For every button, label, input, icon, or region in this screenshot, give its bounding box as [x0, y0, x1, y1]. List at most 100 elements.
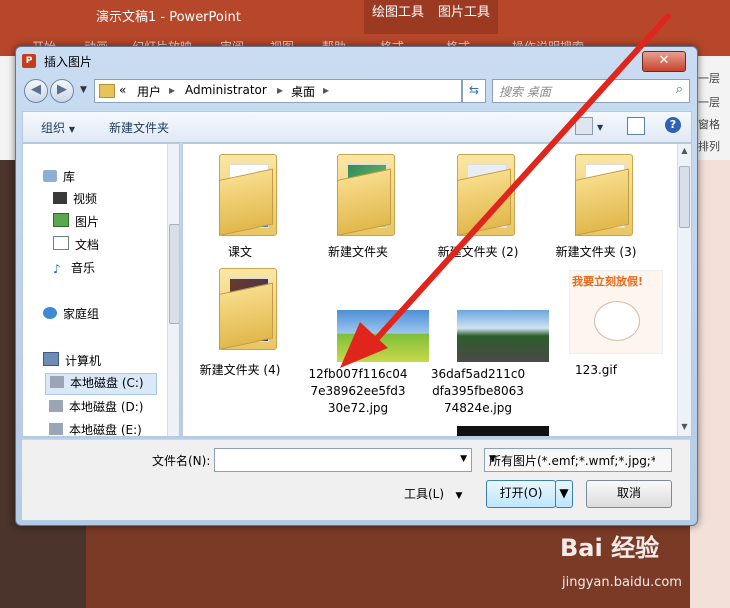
address-bar[interactable]: « 用户 ▸ Administrator ▸ 桌面 ▸: [94, 79, 462, 103]
chevron-right-icon[interactable]: ▸: [169, 83, 175, 97]
nav-drive-d[interactable]: 本地磁盘 (D:): [49, 398, 143, 418]
computer-icon: [43, 352, 59, 366]
search-icon[interactable]: ⌕: [676, 82, 683, 97]
search-input[interactable]: 搜索 桌面: [499, 83, 551, 100]
file-name: 课文: [227, 245, 252, 259]
file-list-scrollbar[interactable]: ▲ ▼: [677, 144, 691, 436]
baidu-watermark-url: jingyan.baidu.com: [562, 575, 682, 590]
file-name: 36daf5ad211c0: [430, 367, 526, 381]
nav-scroll-thumb[interactable]: [169, 224, 179, 324]
file-list: 课文 新建文件夹 新建文件夹 (2) 新建文件夹 (3) 新建文件夹 (4) 1…: [182, 143, 692, 437]
new-folder-button[interactable]: 新建文件夹: [109, 119, 169, 136]
file-item-folder[interactable]: 课文: [185, 150, 295, 260]
context-tab-drawing-tools[interactable]: 绘图工具: [364, 0, 433, 34]
recent-locations-dropdown[interactable]: ▼: [80, 85, 87, 95]
organize-button[interactable]: 组织 ▼: [41, 119, 75, 136]
chevron-right-icon[interactable]: ▸: [323, 83, 329, 97]
nav-computer-label: 计算机: [65, 354, 102, 368]
breadcrumb-administrator[interactable]: Administrator: [185, 83, 267, 97]
nav-drive-e[interactable]: 本地磁盘 (E:): [49, 421, 142, 437]
dialog-titlebar[interactable]: P 插入图片 ✕: [22, 51, 690, 73]
breadcrumb-overflow[interactable]: «: [119, 83, 126, 97]
refresh-icon[interactable]: ⇆: [462, 79, 486, 103]
file-name: 74824e.jpg: [444, 401, 512, 415]
context-tab-picture-tools[interactable]: 图片工具: [430, 0, 499, 34]
video-icon: [53, 192, 67, 204]
file-item-image[interactable]: 我要立刻放假! 123.gif: [541, 268, 663, 388]
filename-field[interactable]: ▼: [214, 448, 472, 472]
nav-computer[interactable]: 计算机: [43, 352, 101, 372]
nav-drive-c[interactable]: 本地磁盘 (C:): [45, 373, 157, 395]
view-dropdown-icon[interactable]: ▼: [597, 119, 603, 133]
file-item-image[interactable]: 36daf5ad211c0 dfa395fbe8063 74824e.jpg: [423, 268, 549, 418]
forward-button[interactable]: ▶: [50, 79, 74, 103]
open-button[interactable]: 打开(O): [486, 480, 556, 508]
preview-pane-icon[interactable]: [627, 117, 645, 135]
chevron-down-icon: ▼: [455, 491, 463, 501]
folder-icon: [99, 84, 115, 98]
nav-music-label: 音乐: [71, 261, 96, 275]
folder-icon: [575, 154, 633, 236]
image-thumbnail-partial: [457, 426, 549, 436]
music-icon: ♪: [53, 262, 61, 276]
nav-pictures-label: 图片: [75, 215, 100, 229]
navigation-pane: 库 视频 图片 文档 ♪ 音乐 家庭组 计算机 本地磁盘 (C:) 本地磁盘 (D…: [22, 143, 180, 437]
nav-music[interactable]: ♪ 音乐: [53, 259, 95, 279]
file-scroll-thumb[interactable]: [679, 166, 690, 228]
filetype-select[interactable]: 所有图片(*.emf;*.wmf;*.jpg;*.jp ▼: [484, 448, 672, 472]
scroll-up-icon[interactable]: ▲: [678, 146, 691, 155]
document-icon: [53, 236, 69, 250]
file-item-folder[interactable]: 新建文件夹 (2): [423, 150, 533, 260]
homegroup-icon: [43, 307, 57, 319]
navigation-row: ◀ ▶ ▼ « 用户 ▸ Administrator ▸ 桌面 ▸ ⇆ 搜索 桌…: [22, 77, 690, 105]
nav-drive-d-label: 本地磁盘 (D:): [69, 400, 144, 414]
insert-picture-dialog: P 插入图片 ✕ ◀ ▶ ▼ « 用户 ▸ Administrator ▸ 桌面…: [15, 46, 698, 526]
folder-icon: [337, 154, 395, 236]
search-box[interactable]: 搜索 桌面 ⌕: [492, 79, 690, 103]
nav-library[interactable]: 库: [43, 168, 75, 188]
tools-button[interactable]: 工具(L) ▼: [404, 485, 462, 502]
help-icon[interactable]: ?: [665, 117, 681, 133]
nav-drive-e-label: 本地磁盘 (E:): [69, 423, 142, 437]
drive-icon: [49, 423, 63, 435]
command-bar: 组织 ▼ 新建文件夹 ▼ ?: [22, 111, 692, 143]
view-icon[interactable]: [575, 117, 593, 135]
chevron-down-icon[interactable]: ▼: [460, 454, 467, 464]
file-name: dfa395fbe8063: [432, 384, 524, 398]
drive-icon: [50, 376, 64, 388]
close-button[interactable]: ✕: [642, 51, 686, 72]
folder-icon: [219, 268, 277, 350]
chevron-down-icon[interactable]: ▼: [489, 454, 655, 464]
file-item-image[interactable]: 12fb007f116c04 7e38962ee5fd3 30e72.jpg: [303, 268, 429, 418]
file-item-folder[interactable]: 新建文件夹: [303, 150, 413, 260]
arrange-group-label: 排列: [698, 140, 720, 153]
nav-documents-label: 文档: [75, 238, 100, 252]
cancel-button[interactable]: 取消: [586, 480, 672, 508]
cartoon-face: [594, 301, 640, 341]
back-button[interactable]: ◀: [24, 79, 48, 103]
breadcrumb-users[interactable]: 用户: [137, 83, 161, 100]
folder-icon: [457, 154, 515, 236]
nav-videos[interactable]: 视频: [53, 190, 97, 210]
breadcrumb-desktop[interactable]: 桌面: [291, 83, 315, 100]
nav-pictures[interactable]: 图片: [53, 213, 99, 233]
nav-documents[interactable]: 文档: [53, 236, 99, 256]
dialog-footer: 文件名(N): ▼ 所有图片(*.emf;*.wmf;*.jpg;*.jp ▼ …: [22, 439, 690, 520]
filename-label: 文件名(N):: [152, 454, 211, 468]
powerpoint-titlebar: 演示文稿1 - PowerPoint 绘图工具 图片工具: [0, 0, 730, 34]
file-name: 7e38962ee5fd3: [310, 384, 406, 398]
file-item-folder[interactable]: 新建文件夹 (4): [185, 268, 295, 388]
chevron-right-icon[interactable]: ▸: [277, 83, 283, 97]
file-item-folder[interactable]: 新建文件夹 (3): [541, 150, 651, 260]
nav-homegroup[interactable]: 家庭组: [43, 305, 99, 325]
nav-library-label: 库: [63, 170, 76, 184]
file-name: 30e72.jpg: [327, 401, 389, 415]
open-dropdown-icon[interactable]: ▼: [555, 480, 573, 508]
drive-icon: [49, 400, 63, 412]
nav-scrollbar[interactable]: [167, 144, 179, 436]
organize-label: 组织: [41, 121, 66, 135]
file-name: 新建文件夹 (4): [199, 363, 281, 377]
library-icon: [43, 170, 57, 182]
nav-videos-label: 视频: [73, 192, 98, 206]
scroll-down-icon[interactable]: ▼: [678, 422, 691, 431]
